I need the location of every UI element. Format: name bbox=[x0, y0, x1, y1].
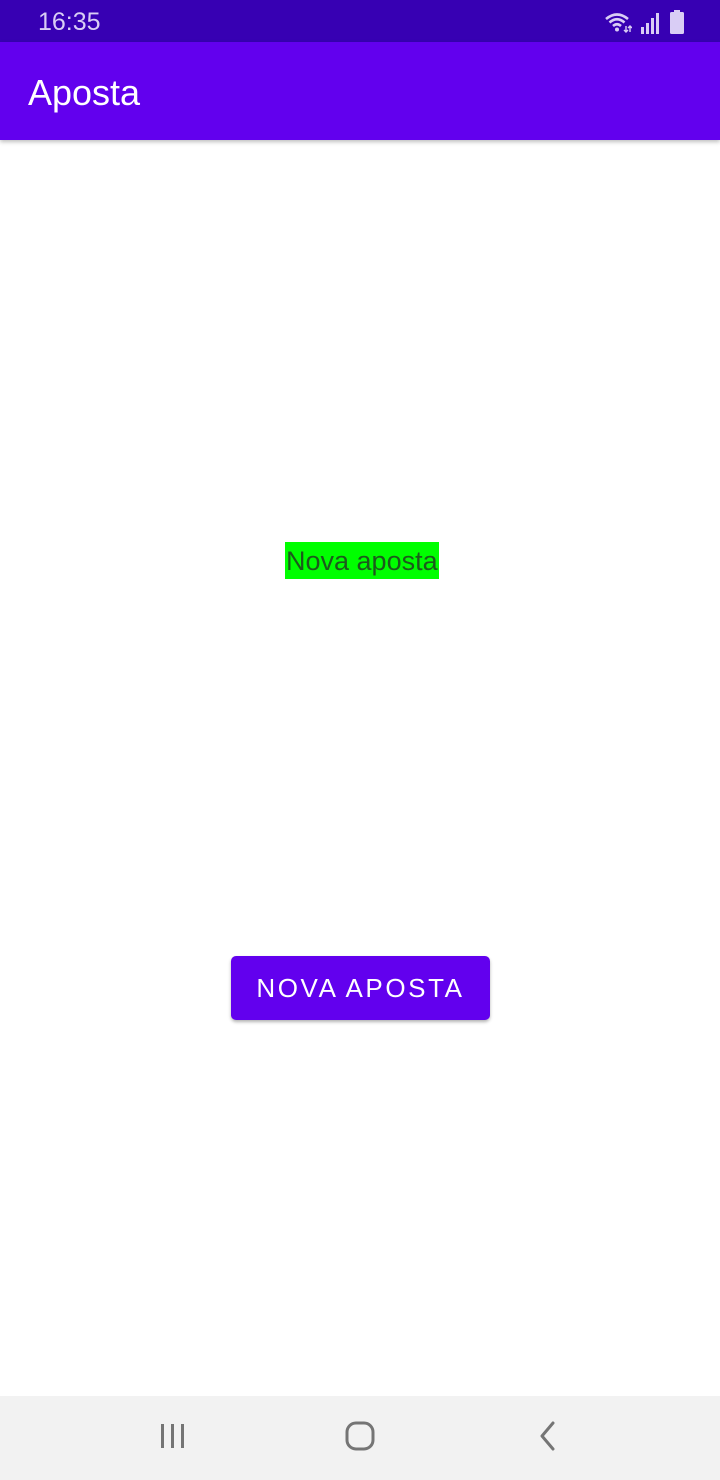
status-icons bbox=[604, 10, 684, 34]
back-button[interactable] bbox=[503, 1396, 593, 1480]
result-label: Nova aposta bbox=[285, 542, 439, 579]
main-content: Nova aposta Nova aposta bbox=[0, 140, 720, 1396]
recents-icon bbox=[158, 1422, 188, 1455]
home-icon bbox=[344, 1420, 376, 1457]
app-bar: Aposta bbox=[0, 42, 720, 140]
back-icon bbox=[536, 1421, 560, 1456]
app-screen: 16:35 Aposta Nova aposta NOVA APOSTA bbox=[0, 0, 720, 1480]
app-title: Aposta bbox=[28, 72, 141, 113]
new-bet-button[interactable]: Nova aposta bbox=[231, 956, 490, 1020]
signal-icon bbox=[640, 12, 662, 34]
recents-button[interactable] bbox=[128, 1396, 218, 1480]
status-time: 16:35 bbox=[38, 8, 101, 36]
status-bar: 16:35 bbox=[0, 0, 720, 42]
wifi-icon bbox=[604, 12, 632, 34]
battery-icon bbox=[670, 10, 684, 34]
home-button[interactable] bbox=[315, 1396, 405, 1480]
navigation-bar bbox=[0, 1396, 720, 1480]
